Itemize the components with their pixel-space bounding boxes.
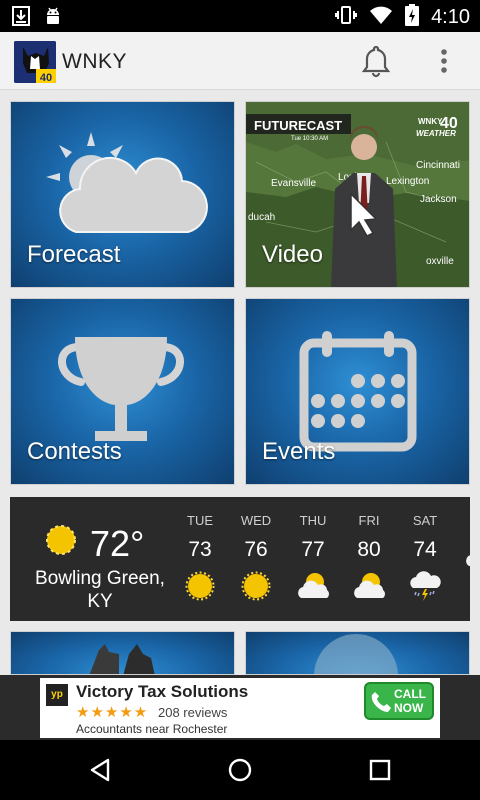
ad-subtitle: Accountants near Rochester [76, 722, 228, 736]
forecast-day: SAT 74 [402, 513, 448, 606]
current-temperature: 72° [90, 523, 145, 564]
overflow-menu-icon[interactable] [434, 46, 454, 76]
forecast-temp: 80 [357, 538, 381, 561]
forecast-day-name: FRI [358, 513, 380, 528]
home-icon[interactable] [220, 754, 260, 786]
app-title: WNKY [62, 50, 127, 73]
map-city: ducah [248, 212, 275, 223]
logo-number: 40 [40, 72, 52, 83]
ad-reviews: 208 reviews [158, 705, 228, 720]
sunny-icon [177, 570, 223, 606]
tile-partial-right[interactable] [245, 631, 470, 675]
tile-events[interactable]: Events [245, 298, 470, 485]
forecast-temp: 74 [413, 538, 437, 561]
ad-rating-stars: ★★★★★ [76, 704, 149, 721]
forecast-day: TUE 73 [177, 513, 223, 606]
ad-business-name: Victory Tax Solutions [76, 682, 249, 701]
forecast-day: FRI 80 [346, 513, 392, 606]
system-nav-bar [0, 740, 480, 800]
map-city: Cincinnati [416, 160, 460, 171]
partly-cloudy-icon [290, 570, 336, 606]
tile-contests[interactable]: Contests [10, 298, 235, 485]
forecast-day: WED 76 [233, 513, 279, 606]
forecast-day: THU 77 [290, 513, 336, 606]
video-brand-sub: WEATHER [416, 129, 456, 138]
sunny-icon [233, 570, 279, 606]
phone-icon [371, 691, 391, 718]
forecast-day-name: TUE [187, 513, 213, 528]
sun-cloud-icon [36, 122, 216, 247]
partial-icon [314, 634, 398, 674]
download-icon [12, 6, 30, 31]
forecast-day-name: WED [240, 513, 272, 528]
tile-label: Contests [27, 438, 122, 465]
status-bar: 4:10 [0, 0, 480, 32]
forecast-temp: 77 [301, 538, 325, 561]
forecast-day-name: SAT [412, 513, 438, 528]
android-icon [44, 6, 62, 31]
partly-cloudy-icon [346, 570, 392, 606]
yp-logo: yp [46, 684, 68, 706]
tile-forecast[interactable]: Forecast [10, 101, 235, 288]
tile-label: Forecast [27, 241, 121, 268]
battery-charging-icon [405, 4, 420, 31]
partly-cloudy-icon [458, 538, 470, 574]
call-now-line1: CALL [394, 687, 426, 701]
ad-banner-bar: yp Victory Tax Solutions ★★★★★ 208 revie… [0, 675, 480, 740]
ad-banner[interactable]: yp Victory Tax Solutions ★★★★★ 208 revie… [40, 678, 440, 738]
map-city: Jackson [420, 194, 457, 205]
bell-icon[interactable] [361, 44, 391, 78]
forecast-day: S [458, 513, 470, 574]
tile-label: Video [262, 241, 323, 268]
animals-icon [89, 644, 155, 674]
map-city: oxville [426, 256, 454, 267]
tile-video[interactable]: FUTURECAST Tue 10:30 AM WNKY 40 WEATHER … [245, 101, 470, 288]
thunderstorm-icon [402, 570, 448, 606]
call-now-line2: NOW [394, 701, 424, 715]
weather-widget[interactable]: 72° Bowling Green, KY TUE 73 WED 76 THU … [10, 497, 470, 621]
app-bar: 40 WNKY [0, 32, 480, 90]
forecast-temp: 73 [188, 538, 212, 561]
clock-time: 4:10 [431, 6, 470, 28]
location-name: Bowling Green, KY [35, 568, 165, 612]
forecast-day-name: S [458, 513, 470, 528]
recents-icon[interactable] [360, 754, 400, 786]
back-icon[interactable] [80, 754, 120, 786]
forecast-temp: 76 [244, 538, 268, 561]
wifi-icon [369, 5, 393, 30]
tile-partial-left[interactable] [10, 631, 235, 675]
vibrate-icon [335, 5, 358, 30]
map-city: Evansville [271, 178, 316, 189]
video-banner-time: Tue 10:30 AM [291, 136, 328, 142]
video-banner: FUTURECAST [254, 118, 342, 133]
tile-label: Events [262, 438, 336, 465]
sunny-icon [42, 521, 80, 564]
map-city: Lexington [386, 176, 429, 187]
call-now-button[interactable]: CALL NOW [364, 682, 434, 720]
forecast-day-name: THU [299, 513, 327, 528]
wnky-logo[interactable]: 40 [14, 41, 56, 83]
